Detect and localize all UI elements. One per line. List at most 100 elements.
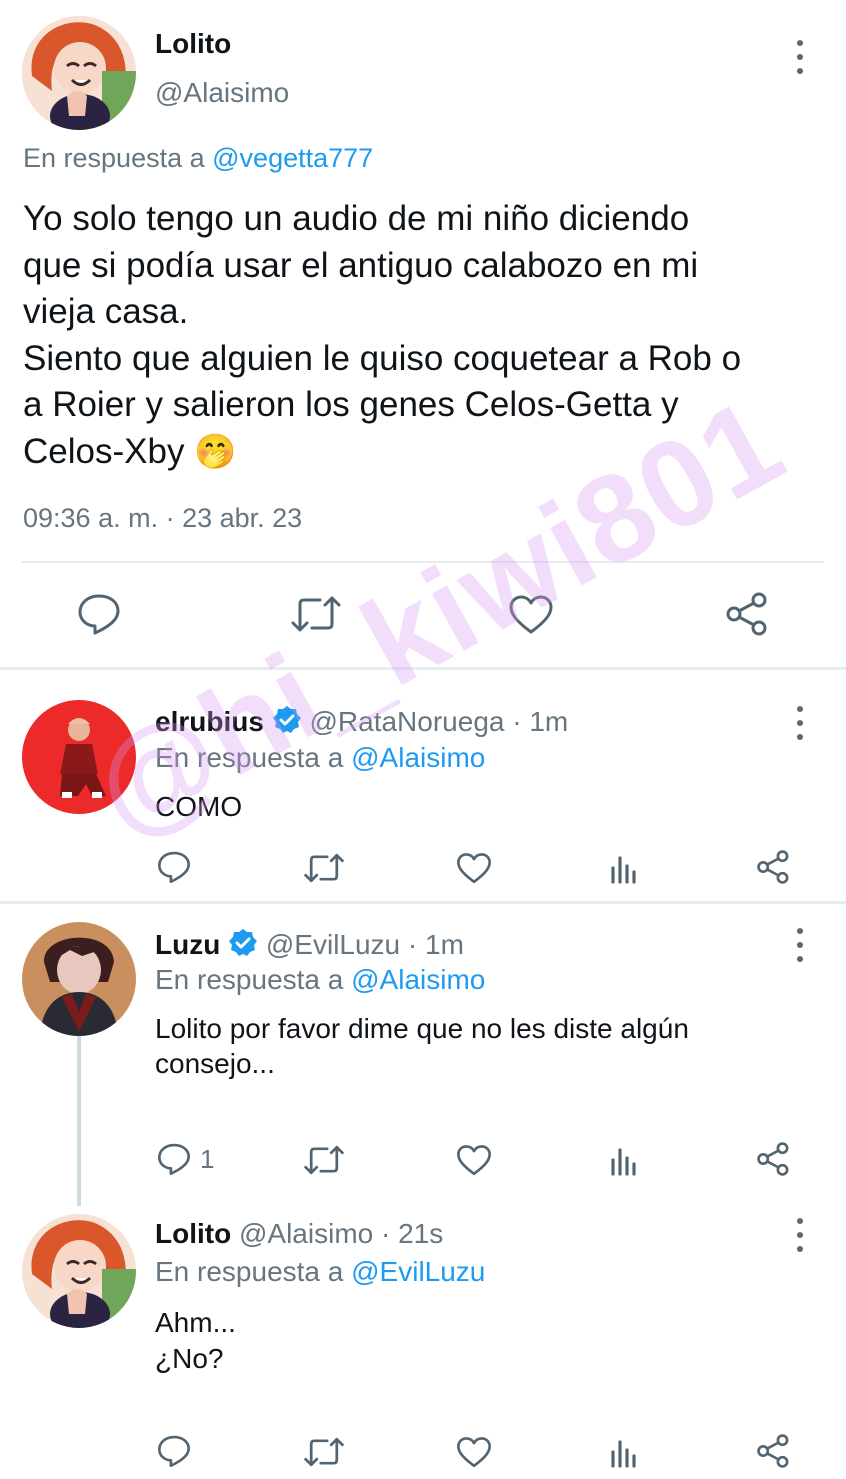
reply-tweet: Luzu @EvilLuzu · 1m En respuesta a @Alai…	[0, 904, 846, 1206]
main-timestamp[interactable]: 09:36 a. m. · 23 abr. 23	[23, 503, 302, 534]
share-button[interactable]	[756, 1434, 792, 1468]
retweet-button[interactable]	[303, 1144, 345, 1176]
share-icon	[757, 850, 789, 884]
main-tweet-text: Yo solo tengo un audio de mi niño dicien…	[23, 196, 833, 475]
reply-text: COMO	[155, 791, 243, 822]
analytics-icon	[611, 1148, 636, 1176]
reply-button[interactable]	[156, 850, 192, 884]
avatar-art	[22, 922, 136, 1036]
text-line: Yo solo tengo un audio de mi niño dicien…	[23, 199, 690, 238]
like-button[interactable]	[456, 1436, 492, 1469]
reply-icon	[158, 1435, 190, 1467]
analytics-button[interactable]	[609, 852, 639, 884]
retweet-icon	[304, 1437, 344, 1467]
reply-handle[interactable]: @EvilLuzu	[266, 929, 400, 960]
main-tweet-avatar[interactable]	[22, 16, 136, 130]
reply-time: · 1m	[407, 929, 464, 960]
reply-more-button[interactable]	[790, 1218, 810, 1252]
share-icon	[726, 592, 767, 636]
reply-icon	[78, 594, 120, 635]
like-button[interactable]	[456, 1144, 492, 1177]
reply-handle[interactable]: @RataNoruega	[309, 706, 504, 737]
retweet-button[interactable]	[303, 852, 345, 884]
share-icon	[757, 1434, 789, 1468]
text-line: a Roier y salieron los genes Celos-Getta…	[23, 385, 679, 424]
reply-button[interactable]	[156, 1434, 192, 1468]
reply-time: · 21s	[381, 1218, 444, 1249]
reply-context: En respuesta a @Alaisimo	[155, 964, 485, 996]
reply-to-link[interactable]: @EvilLuzu	[351, 1256, 485, 1287]
main-more-button[interactable]	[790, 40, 810, 74]
main-display-name[interactable]: Lolito	[155, 28, 231, 60]
reply-header: Luzu @EvilLuzu · 1m	[155, 928, 464, 961]
reply-icon	[158, 851, 190, 883]
text-line: Ahm...	[155, 1307, 236, 1338]
reply-display-name[interactable]: Lolito	[155, 1218, 231, 1249]
avatar-art	[22, 1214, 136, 1328]
reply-display-name[interactable]: Luzu	[155, 929, 220, 960]
reply-header: Lolito @Alaisimo · 21s	[155, 1218, 443, 1250]
main-tweet: Lolito @Alaisimo En respuesta a @vegetta…	[0, 0, 846, 668]
analytics-icon	[611, 1440, 636, 1468]
text-line: ¿No?	[155, 1343, 224, 1374]
analytics-icon	[611, 856, 636, 884]
like-icon	[457, 853, 491, 884]
main-retweet-button[interactable]	[290, 594, 342, 634]
reply-avatar[interactable]	[22, 1214, 136, 1328]
reply-handle[interactable]: @Alaisimo	[239, 1218, 373, 1249]
text-line: que si podía usar el antiguo calabozo en…	[23, 245, 699, 285]
reply-context: En respuesta a @EvilLuzu	[155, 1256, 485, 1288]
share-icon	[757, 1142, 789, 1176]
reply-to-link[interactable]: @Alaisimo	[351, 964, 485, 995]
retweet-icon	[291, 596, 341, 632]
reply-context: En respuesta a @Alaisimo	[155, 742, 485, 774]
reply-tweet: elrubius @RataNoruega · 1m En respuesta …	[0, 670, 846, 902]
like-button[interactable]	[456, 852, 492, 885]
retweet-button[interactable]	[303, 1436, 345, 1468]
reply-text: Lolito por favor dime que no les diste a…	[155, 1011, 689, 1081]
text-line: Lolito por favor dime que no les diste a…	[155, 1013, 689, 1044]
avatar-art	[22, 700, 136, 814]
text-line: Siento que alguien le quiso coquetear a …	[23, 338, 742, 378]
reply-button[interactable]: 1	[156, 1142, 214, 1176]
text-line: consejo...	[155, 1048, 275, 1079]
text-line: Celos-Xby	[23, 431, 185, 471]
reply-prefix: En respuesta a	[155, 1256, 344, 1287]
analytics-button[interactable]	[609, 1436, 639, 1468]
reply-display-name[interactable]: elrubius	[155, 706, 264, 737]
share-button[interactable]	[756, 1142, 792, 1176]
share-button[interactable]	[756, 850, 792, 884]
reply-icon	[158, 1143, 190, 1175]
like-icon	[509, 595, 553, 634]
thread-line	[77, 1036, 81, 1206]
like-icon	[457, 1145, 491, 1176]
main-handle[interactable]: @Alaisimo	[155, 77, 289, 109]
main-like-button[interactable]	[508, 594, 554, 636]
reply-count: 1	[200, 1143, 215, 1174]
reply-to-link[interactable]: @Alaisimo	[351, 742, 485, 773]
reply-prefix: En respuesta a	[155, 964, 344, 995]
reply-header: elrubius @RataNoruega · 1m	[155, 705, 568, 738]
reply-more-button[interactable]	[790, 928, 810, 962]
main-share-button[interactable]	[725, 592, 771, 636]
verified-badge-icon	[229, 929, 258, 956]
main-divider	[22, 561, 824, 563]
reply-text: Ahm... ¿No?	[155, 1305, 236, 1377]
reply-avatar[interactable]	[22, 922, 136, 1036]
verified-badge-icon	[272, 706, 301, 733]
emoji-icon: 🤭	[194, 432, 237, 471]
main-reply-button[interactable]	[76, 592, 122, 636]
main-reply-context: En respuesta a @vegetta777	[23, 143, 373, 174]
like-icon	[457, 1437, 491, 1468]
retweet-icon	[304, 1145, 344, 1175]
reply-tweet: Lolito @Alaisimo · 21s En respuesta a @E…	[0, 1196, 846, 1479]
text-line: vieja casa.	[23, 292, 189, 331]
reply-time: · 1m	[512, 706, 569, 737]
analytics-button[interactable]	[609, 1144, 639, 1176]
reply-prefix: En respuesta a	[155, 742, 344, 773]
reply-avatar[interactable]	[22, 700, 136, 814]
reply-prefix: En respuesta a	[23, 143, 205, 173]
reply-to-link[interactable]: @vegetta777	[212, 143, 373, 173]
avatar-art	[22, 16, 136, 130]
reply-more-button[interactable]	[790, 706, 810, 740]
